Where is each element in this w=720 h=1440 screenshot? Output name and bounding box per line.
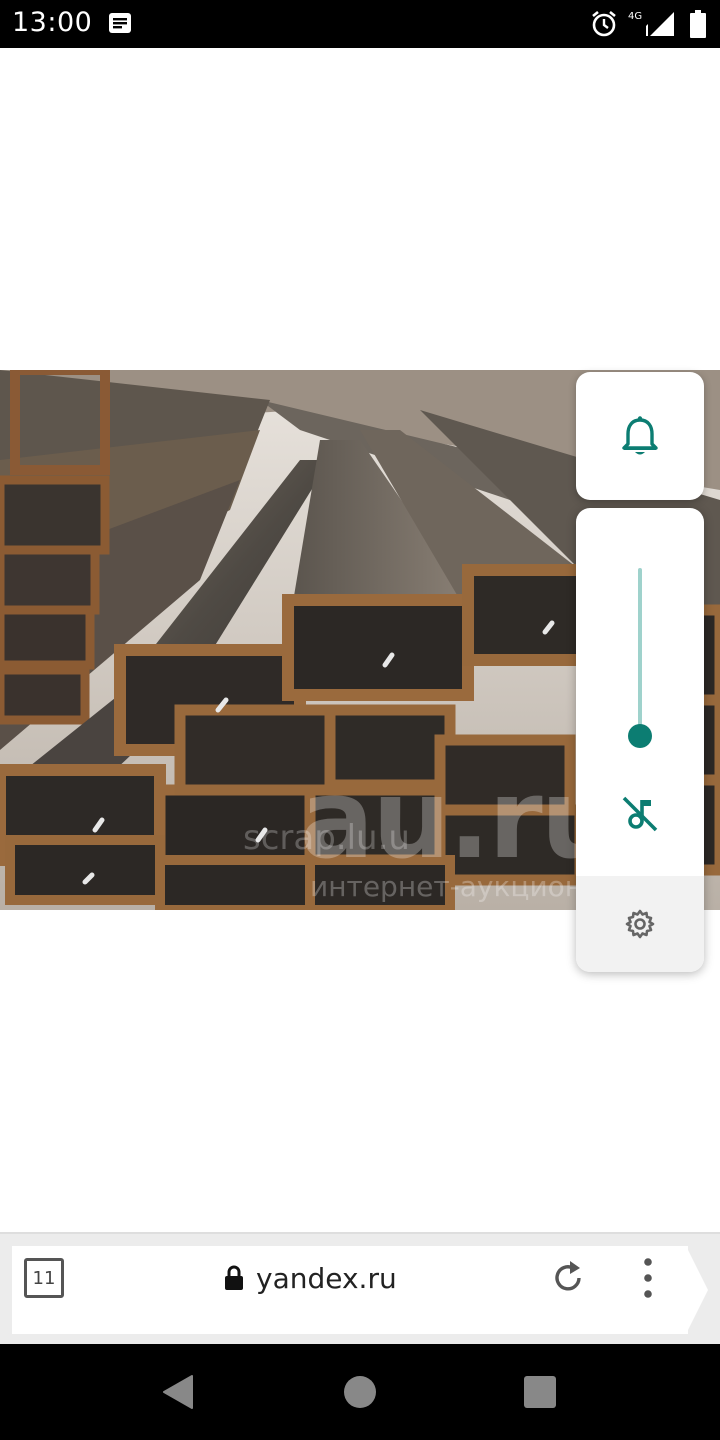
bell-icon xyxy=(622,416,658,455)
url-text: yandex.ru xyxy=(256,1261,397,1295)
notification-icon xyxy=(109,13,131,33)
address-bar-arrow xyxy=(686,1246,708,1334)
status-time: 13:00 xyxy=(12,7,93,38)
signal-icon xyxy=(646,12,674,36)
tabs-button[interactable]: 11 xyxy=(24,1258,64,1298)
browser-toolbar: 11 yandex.ru xyxy=(0,1232,720,1344)
lock-icon xyxy=(225,1265,243,1290)
sound-settings-button[interactable] xyxy=(576,876,704,972)
tab-count: 11 xyxy=(32,1267,56,1289)
status-bar: 13:00 4G xyxy=(0,0,720,48)
back-icon[interactable] xyxy=(160,1374,196,1410)
overflow-menu-icon[interactable] xyxy=(636,1256,660,1300)
screen: 13:00 4G au.ru scrap.lu.u интернет-аукци… xyxy=(0,0,720,1440)
alarm-icon xyxy=(592,10,616,37)
navigation-bar xyxy=(0,1344,720,1440)
music-off-icon[interactable] xyxy=(620,794,660,834)
home-icon[interactable] xyxy=(344,1376,376,1408)
watermark-subtitle: интернет-аукцион xyxy=(310,870,584,903)
gear-icon xyxy=(625,909,655,939)
ringer-mode-button[interactable] xyxy=(576,372,704,500)
reload-icon[interactable] xyxy=(548,1258,588,1298)
volume-panel xyxy=(576,508,704,972)
url-display[interactable]: yandex.ru xyxy=(224,1260,397,1296)
media-volume-slider[interactable] xyxy=(638,568,642,736)
network-type: 4G xyxy=(628,11,643,22)
battery-icon xyxy=(690,10,706,38)
volume-slider-thumb[interactable] xyxy=(628,724,652,748)
recents-icon[interactable] xyxy=(524,1376,556,1408)
watermark-site: scrap.lu.u xyxy=(243,818,410,858)
